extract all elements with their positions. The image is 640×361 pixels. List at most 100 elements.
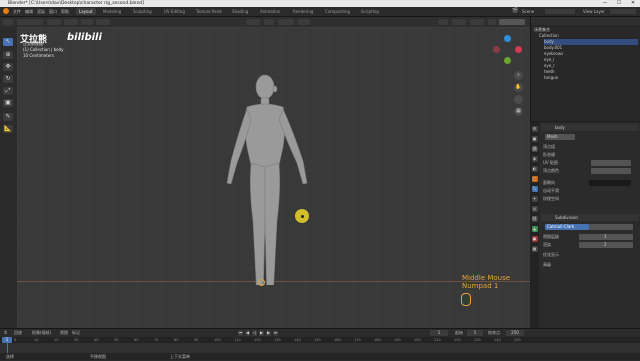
playhead-line[interactable] [7,343,8,353]
tab-animation[interactable]: Animation [257,8,283,15]
3d-cursor-icon[interactable] [258,279,265,286]
gizmo-x-icon[interactable] [515,46,522,53]
prop-shape-keys[interactable]: 形态键 [543,152,555,158]
timeline-menu-keying[interactable]: 抠像(插帧) [32,329,51,336]
measure-tool-icon[interactable]: 📐 [3,125,13,133]
menu-window[interactable]: 窗口 [49,8,57,15]
annotate-tool-icon[interactable]: ✎ [3,113,13,121]
optimal-display-checkbox[interactable]: 优化显示 [543,252,559,258]
camera-view-icon[interactable]: 🎥 [514,95,523,104]
texture-tab-icon[interactable]: ▦ [531,246,538,252]
play-button[interactable]: ▶ [259,330,264,336]
menu-file[interactable]: 文件 [13,8,21,15]
tab-modeling[interactable]: Modeling [100,8,124,15]
scene-selector[interactable]: Scene [522,8,534,15]
gizmo-y-icon[interactable] [504,57,511,64]
render-tab-icon[interactable]: ▣ [531,136,538,142]
move-tool-icon[interactable]: ✥ [3,63,13,71]
properties-panel[interactable]: body Mesh 顶点组 形态键 UV 贴图 顶点颜色 面朝向 自动平滑 纹理… [530,122,640,328]
mesh-data-field[interactable]: Mesh [545,134,575,140]
particles-tab-icon[interactable]: ✦ [531,196,538,202]
outliner-row-scene-collection[interactable]: 场景集合 [534,27,638,33]
outliner-panel[interactable]: 场景集合 Collection body body.001 eyebrows e… [530,17,640,121]
object-tab-icon[interactable]: ▢ [531,176,538,182]
add-menu[interactable] [81,19,93,25]
tool-tab-icon[interactable]: ⚙ [531,126,538,132]
shading-mode-buttons[interactable] [499,19,525,25]
constraints-tab-icon[interactable]: ⛓ [531,216,538,222]
next-keyframe-button[interactable]: ▶ [266,330,271,336]
output-tab-icon[interactable]: 🖨 [531,146,538,152]
tab-compositing[interactable]: Compositing [322,8,353,15]
view-layer-field[interactable] [610,9,636,14]
outliner-row-eyebrows[interactable]: eyebrows [544,51,638,57]
character-mesh[interactable] [207,71,327,285]
pivot-point-dropdown[interactable] [264,19,274,25]
material-tab-icon[interactable]: ● [531,236,538,242]
navigation-gizmo[interactable] [493,35,523,65]
timeline-menu-marker[interactable]: 标记 [72,329,80,336]
tab-shading[interactable]: Shading [229,8,251,15]
physics-tab-icon[interactable]: ◎ [531,206,538,212]
close-button[interactable]: ✕ [626,0,640,7]
uv-value-field[interactable] [591,160,631,166]
prop-uv-maps[interactable]: UV 贴图 [543,160,558,166]
maximize-button[interactable]: ☐ [612,0,626,7]
scene-field[interactable] [545,9,575,14]
start-frame-field[interactable]: 1 [467,330,483,336]
data-tab-icon[interactable]: ▲ [531,226,538,232]
subdiv-viewport-field[interactable]: 1 [579,234,633,240]
scene-tab-icon[interactable]: ◈ [531,156,538,162]
view-layer-selector[interactable]: View Layer [583,8,605,15]
select-menu[interactable] [64,19,78,25]
jump-end-button[interactable]: ⏭ [273,330,278,336]
blender-logo-icon[interactable] [3,8,9,14]
prop-vertex-colors[interactable]: 顶点颜色 [543,168,559,174]
current-frame-field[interactable]: 1 [430,330,448,336]
subdiv-render-field[interactable]: 2 [579,242,633,248]
advanced-section[interactable]: 高级 [543,262,551,268]
select-box-tool-icon[interactable]: ↖ [3,38,13,46]
outliner-row-collection[interactable]: Collection [539,33,640,39]
proportional-edit-toggle[interactable] [298,19,310,25]
color-value-field[interactable] [591,168,631,174]
zoom-icon[interactable]: ⌕ [514,71,523,80]
timeline-editor-icon[interactable]: ⏱ [4,329,7,336]
overlays-toggle[interactable] [470,19,484,25]
object-mode-dropdown[interactable] [17,19,43,25]
gizmo-toggle[interactable] [452,19,466,25]
transform-tool-icon[interactable]: ▣ [3,99,13,107]
face-orientation-field[interactable] [589,180,631,186]
end-frame-field[interactable]: 250 [506,330,524,336]
timeline-menu-playback[interactable]: 回放 [14,329,22,336]
3d-viewport[interactable]: 艾拉熊 bilibili 正交前视图 (1) Collection | body… [17,27,530,328]
gizmo-z-icon[interactable] [504,35,511,42]
tab-rendering[interactable]: Rendering [290,8,316,15]
object-menu[interactable] [96,19,110,25]
tab-layout[interactable]: Layout [76,8,96,15]
minimize-button[interactable]: — [598,0,612,7]
simple-button[interactable] [589,224,633,230]
snap-toggle[interactable] [278,19,294,25]
outliner-row-teeth[interactable]: teeth [544,69,638,75]
outliner-row-eye-l[interactable]: eye_l [544,57,638,63]
play-reverse-button[interactable]: ◁ [252,330,257,336]
jump-start-button[interactable]: ⏮ [238,330,243,336]
modifier-tab-icon[interactable]: 🔧 [531,186,538,192]
timeline-menu-view[interactable]: 视图 [60,329,68,336]
transform-orientation-dropdown[interactable] [246,19,260,25]
view-object-types-button[interactable] [438,19,448,25]
tab-texture-paint[interactable]: Texture Paint [193,8,225,15]
scale-tool-icon[interactable]: ⤢ [3,87,13,95]
outliner-row-eye-r[interactable]: eye_r [544,63,638,69]
timeline-keyframe-area[interactable] [0,343,640,353]
tab-sculpting[interactable]: Sculpting [130,8,155,15]
cursor-tool-icon[interactable]: ⊕ [3,51,13,59]
view-menu[interactable] [47,19,61,25]
menu-edit[interactable]: 编辑 [25,8,33,15]
outliner-row-body[interactable]: body [544,39,638,45]
world-tab-icon[interactable]: ◐ [531,166,538,172]
editor-type-button[interactable] [3,19,13,25]
perspective-grid-icon[interactable]: ▦ [514,107,523,116]
outliner-row-body-001[interactable]: body.001 [544,45,638,51]
